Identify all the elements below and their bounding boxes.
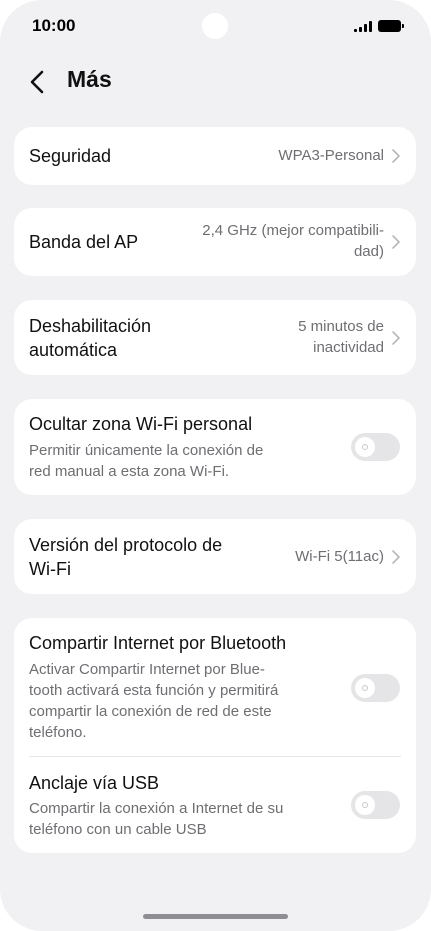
toggle-knob <box>355 437 375 457</box>
bluetooth-tethering-desc-line3: compartir la conexión de red de este <box>29 703 272 720</box>
auto-disable-label-line2: automática <box>29 340 118 360</box>
auto-disable-label-line1: Deshabilitación <box>29 316 152 336</box>
ap-band-value-line2: dad) <box>353 243 384 260</box>
usb-tethering-label: Anclaje vía USB <box>29 773 160 793</box>
chevron-right-icon <box>392 149 400 163</box>
status-time: 10:00 <box>32 16 76 35</box>
usb-tethering-desc-line2: teléfono con un cable USB <box>29 821 207 838</box>
front-camera <box>202 13 228 39</box>
bluetooth-tethering-label: Compartir Internet por Bluetooth <box>29 633 287 653</box>
usb-tethering-desc-line1: Compartir la conexión a Internet de su <box>29 800 284 817</box>
tethering-card: Compartir Internet por Bluetooth Activar… <box>14 618 416 853</box>
hide-hotspot-desc-line1: Permitir únicamente la conexión de <box>29 442 264 459</box>
signal-icon <box>354 20 372 32</box>
hide-hotspot-row: Ocultar zona Wi-Fi personal Permitir úni… <box>14 399 416 495</box>
bluetooth-tethering-desc-line4: teléfono. <box>29 724 87 741</box>
chevron-left-icon <box>30 70 44 94</box>
security-row[interactable]: Seguridad WPA3-Personal <box>14 127 416 185</box>
battery-icon <box>378 20 404 32</box>
chevron-right-icon <box>392 331 400 345</box>
usb-tethering-toggle[interactable] <box>351 791 400 819</box>
status-icons <box>354 20 404 32</box>
wifi-protocol-label-line1: Versión del protocolo de <box>29 535 223 555</box>
chevron-right-icon <box>392 235 400 249</box>
page-title: Más <box>67 66 112 92</box>
bluetooth-tethering-desc-line1: Activar Compartir Internet por Blue- <box>29 661 265 678</box>
wifi-protocol-value: Wi-Fi 5(11ac) <box>295 548 384 565</box>
ap-band-value-line1: 2,4 GHz (mejor compatibili- <box>202 222 384 239</box>
auto-disable-row[interactable]: Deshabilitación automática 5 minutos de … <box>14 300 416 375</box>
ap-band-row[interactable]: Banda del AP 2,4 GHz (mejor compatibili-… <box>14 208 416 276</box>
bluetooth-tethering-desc-line2: tooth activará esta función y permitirá <box>29 682 279 699</box>
bluetooth-tethering-toggle[interactable] <box>351 674 400 702</box>
toggle-knob <box>355 795 375 815</box>
hide-hotspot-toggle[interactable] <box>351 433 400 461</box>
ap-band-label: Banda del AP <box>29 232 139 252</box>
header: Más <box>0 62 431 102</box>
back-button[interactable] <box>24 66 58 98</box>
hide-hotspot-desc-line2: red manual a esta zona Wi-Fi. <box>29 463 230 480</box>
auto-disable-value-line1: 5 minutos de <box>298 318 384 335</box>
auto-disable-value-line2: inactividad <box>313 339 384 356</box>
home-indicator[interactable] <box>143 914 288 919</box>
wifi-protocol-label-line2: Wi-Fi <box>29 559 71 579</box>
chevron-right-icon <box>392 550 400 564</box>
divider <box>29 756 401 757</box>
phone-screen: 10:00 Más Seguridad WPA3-Personal Banda … <box>0 0 431 931</box>
toggle-knob <box>355 678 375 698</box>
status-bar: 10:00 <box>0 0 431 56</box>
security-label: Seguridad <box>29 146 112 166</box>
hide-hotspot-label: Ocultar zona Wi-Fi personal <box>29 414 253 434</box>
security-value: WPA3-Personal <box>278 147 384 164</box>
wifi-protocol-row[interactable]: Versión del protocolo de Wi-Fi Wi-Fi 5(1… <box>14 519 416 594</box>
